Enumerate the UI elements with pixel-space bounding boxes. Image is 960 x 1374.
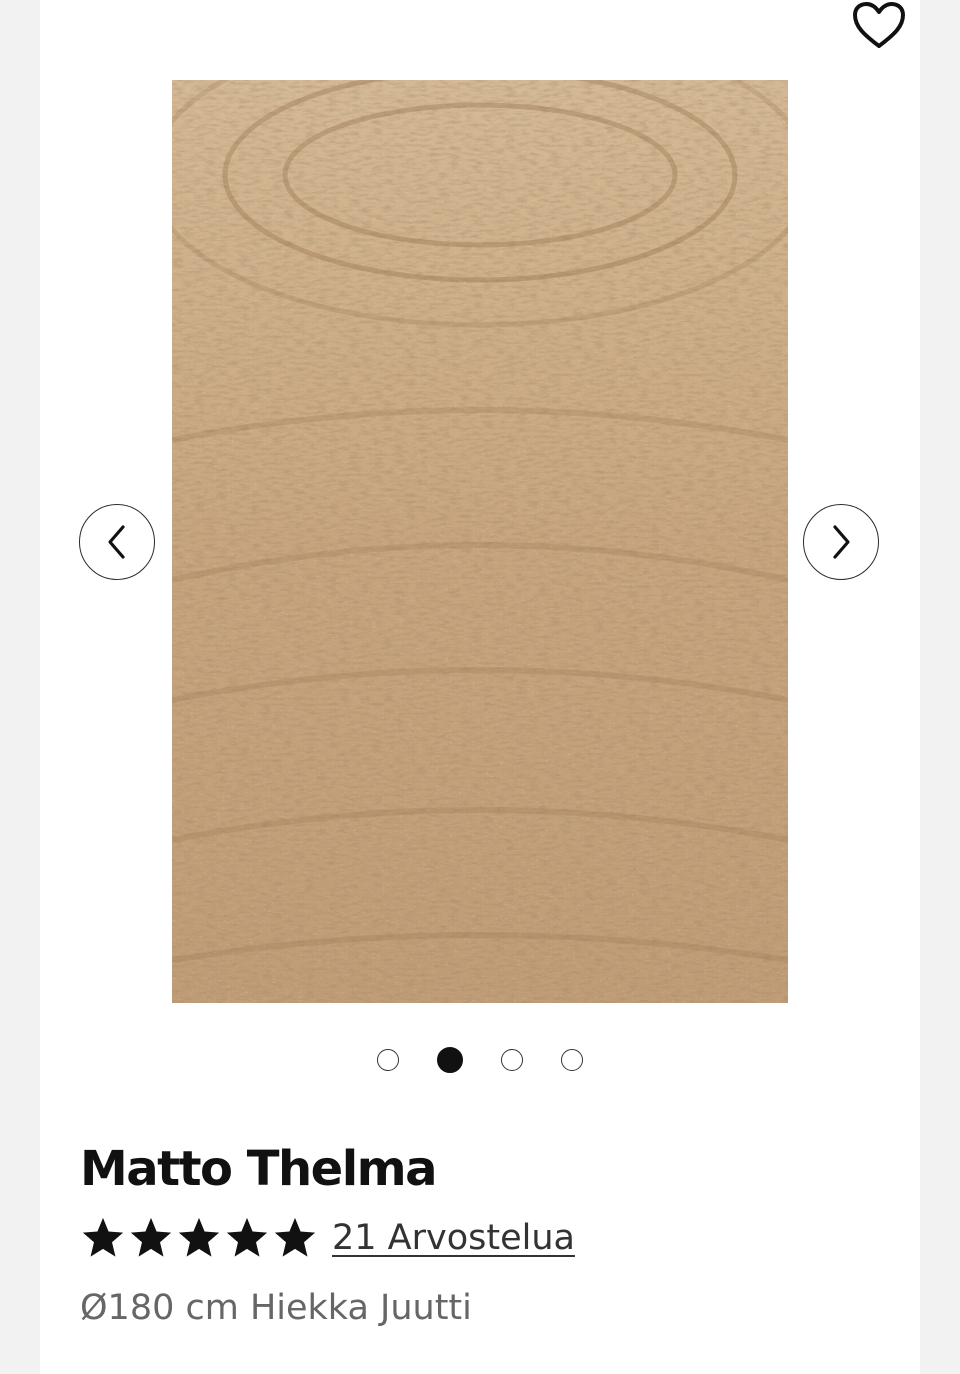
chevron-left-icon <box>108 525 125 559</box>
carousel-dot[interactable] <box>501 1049 523 1071</box>
carousel-dot[interactable] <box>561 1049 583 1071</box>
star-icon <box>274 1217 316 1257</box>
star-icon <box>226 1217 268 1257</box>
product-title: Matto Thelma <box>80 1141 438 1197</box>
carousel-pagination <box>40 1047 920 1073</box>
star-icon <box>178 1217 220 1257</box>
favorite-button[interactable] <box>851 0 907 52</box>
jute-rug-image <box>172 80 788 1003</box>
product-card: Matto Thelma 21 Arvostelua Ø180 cm Hiekk… <box>40 0 920 1374</box>
product-image[interactable] <box>172 80 788 1003</box>
carousel-dot[interactable] <box>437 1047 463 1073</box>
chevron-right-icon <box>833 525 850 559</box>
star-rating <box>80 1215 318 1261</box>
rating-row: 21 Arvostelua <box>80 1212 575 1264</box>
reviews-link[interactable]: 21 Arvostelua <box>332 1218 575 1258</box>
next-image-button[interactable] <box>803 504 879 580</box>
product-variant: Ø180 cm Hiekka Juutti <box>80 1288 472 1328</box>
heart-icon <box>853 2 905 48</box>
star-icon <box>130 1217 172 1257</box>
previous-image-button[interactable] <box>79 504 155 580</box>
carousel-dot[interactable] <box>377 1049 399 1071</box>
star-icon <box>82 1217 124 1257</box>
